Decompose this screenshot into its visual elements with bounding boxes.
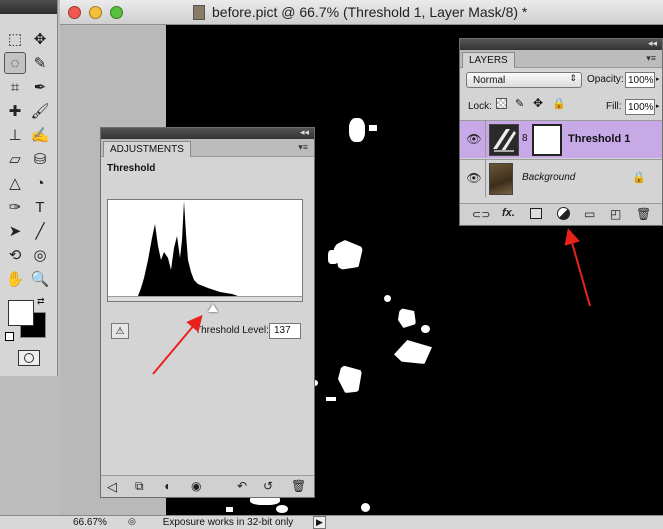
new-group-icon[interactable]: ▭ [584,207,595,221]
status-menu-arrow-icon[interactable]: ▶ [313,516,326,529]
status-message: Exposure works in 32-bit only [162,517,294,528]
layer-name: Background [522,172,576,183]
adjustment-title: Threshold [107,163,156,174]
layer-style-icon[interactable]: fx. [502,207,515,219]
fill-input[interactable]: 100% [625,99,655,115]
tab-layers[interactable]: LAYERS [462,52,515,68]
document-titlebar: before.pict @ 66.7% (Threshold 1, Layer … [60,0,663,25]
clipping-warning-icon[interactable]: ⚠ [111,323,129,339]
adjustments-panel: ◂◂ ADJUSTMENTS ▾≡ Threshold ⚠ Threshold … [100,127,315,498]
blend-mode-value: Normal [473,75,506,86]
hand-icon[interactable]: ✋ [4,268,26,290]
pen-icon[interactable]: ✑ [4,196,26,218]
trash-icon[interactable]: 🗑 [636,207,651,221]
status-bar: 66.67% ◎ Exposure works in 32-bit only ▶ [0,515,663,529]
default-colors-icon[interactable] [5,332,14,341]
blur-icon[interactable]: △ [4,172,26,194]
move-icon[interactable]: ✥ [29,28,51,50]
document-title: before.pict @ 66.7% (Threshold 1, Layer … [212,4,528,20]
lock-label: Lock: [468,101,492,112]
collapse-icon[interactable]: ◂◂ [300,127,309,138]
layer-row-background[interactable]: 👁 Background 🔒 [460,159,662,197]
layers-footer: ⊂⊃ fx. ▭ ◰ 🗑 [460,203,662,225]
zoom-icon[interactable]: 🔍 [29,268,51,290]
background-layer-thumbnail [489,163,513,195]
3d-rotate-icon[interactable]: ⟲ [4,244,26,266]
panel-menu-icon[interactable]: ▾≡ [298,142,308,153]
back-arrow-icon[interactable]: ◁ [107,479,117,495]
history-brush-icon[interactable]: ✍ [29,124,51,146]
clone-stamp-icon[interactable]: ⊥ [4,124,26,146]
lock-all-icon[interactable]: 🔒 [552,97,566,110]
brush-icon[interactable]: 🖌 [29,100,51,122]
line-icon[interactable]: ╱ [29,220,51,242]
threshold-slider-handle[interactable] [208,304,218,312]
zoom-level-field[interactable]: 66.67% [55,517,115,529]
eraser-icon[interactable]: ▱ [4,148,26,170]
paint-bucket-icon[interactable]: ⛁ [29,148,51,170]
add-mask-icon[interactable] [530,208,542,219]
tab-adjustments[interactable]: ADJUSTMENTS [103,141,191,157]
eyedropper-icon[interactable]: ✒ [29,76,51,98]
threshold-level-label: Threshold Level: [195,325,269,336]
fill-label: Fill: [606,101,622,112]
rectangular-marquee-icon[interactable]: ⬚ [4,28,26,50]
layer-row-threshold[interactable]: 👁 8 Threshold 1 [460,120,662,158]
new-layer-icon[interactable]: ◰ [610,207,621,221]
clip-to-layer-icon[interactable]: ◖ [163,479,170,493]
lasso-icon[interactable]: ◌ [4,52,26,74]
visibility-eye-icon[interactable]: ◉ [191,479,201,493]
quick-mask-icon[interactable] [18,350,40,366]
panel-menu-icon[interactable]: ▾≡ [646,53,656,64]
foreground-color-swatch[interactable] [8,300,34,326]
swap-colors-icon[interactable]: ⇄ [37,296,45,307]
tools-panel-header[interactable] [0,0,57,14]
lock-pixels-icon[interactable]: ✎ [515,97,524,110]
opacity-input[interactable]: 100% [625,72,655,88]
tools-panel: ⬚ ✥ ◌ ✎ ⌗ ✒ ✚ 🖌 ⊥ ✍ ▱ ⛁ △ ◔ ✑ T ➤ ╱ ⟲ ◎ ✋ 🔍 ⇄ [0,0,58,376]
dodge-icon[interactable]: ◔ [29,172,51,194]
link-icon[interactable]: 8 [522,133,528,144]
quick-selection-icon[interactable]: ✎ [29,52,51,74]
crop-icon[interactable]: ⌗ [4,76,26,98]
3d-orbit-icon[interactable]: ◎ [29,244,51,266]
opacity-dropdown-icon[interactable]: ▸ [656,75,660,83]
status-info-icon[interactable]: ◎ [128,516,136,527]
reset-icon[interactable]: ↺ [263,479,273,493]
previous-state-icon[interactable]: ↶ [237,479,247,493]
opacity-label: Opacity: [587,74,624,85]
blend-mode-select[interactable]: Normal ⇕ [466,72,582,88]
link-layers-icon[interactable]: ⊂⊃ [472,208,490,221]
new-adjustment-layer-icon[interactable] [557,207,570,220]
layers-panel: ◂◂ LAYERS ▾≡ Normal ⇕ Opacity: 100% ▸ Lo… [459,38,663,226]
path-selection-icon[interactable]: ➤ [4,220,26,242]
threshold-level-input[interactable]: 137 [269,323,301,339]
collapse-icon[interactable]: ◂◂ [648,38,657,49]
layer-mask-thumbnail[interactable] [532,124,562,156]
close-button[interactable] [68,6,81,19]
histogram [107,199,303,302]
fill-dropdown-icon[interactable]: ▸ [656,102,660,110]
adjustment-layer-thumbnail [489,124,519,156]
visibility-eye-icon[interactable]: 👁 [466,132,482,146]
adjustments-footer: ◁ ⧉ ◖ ◉ ↶ ↺ 🗑 [101,475,314,497]
spot-healing-icon[interactable]: ✚ [4,100,26,122]
select-arrows-icon: ⇕ [569,73,577,83]
document-icon [193,5,205,20]
visibility-eye-icon[interactable]: 👁 [466,171,482,185]
lock-icon: 🔒 [632,172,646,184]
lock-transparency-icon[interactable] [496,98,507,109]
layer-name: Threshold 1 [568,133,631,145]
histogram-gradient-bar [108,296,302,301]
lock-position-icon[interactable]: ✥ [533,96,543,110]
minimize-button[interactable] [89,6,102,19]
expand-view-icon[interactable]: ⧉ [135,479,144,494]
zoom-button[interactable] [110,6,123,19]
trash-icon[interactable]: 🗑 [291,479,306,493]
type-icon[interactable]: T [29,196,51,218]
